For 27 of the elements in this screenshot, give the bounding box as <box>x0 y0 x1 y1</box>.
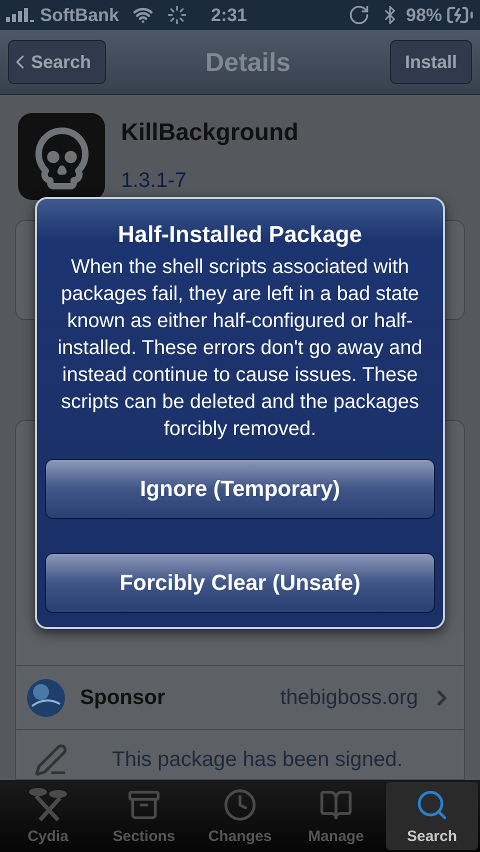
battery-percent: 98% <box>406 4 442 26</box>
tab-item[interactable]: Search <box>386 782 478 850</box>
clock-time: 2:31 <box>211 4 248 26</box>
app-icon <box>18 113 105 200</box>
clock-icon <box>223 788 257 822</box>
install-button[interactable]: Install <box>390 40 472 84</box>
alert-message: When the shell scripts associated with packages fail, they are left in a bad state known as either half-configured or half-installed. These errors don't go away and instead continue to cause issues. These scripts can be deleted and the packages forcibly removed. <box>56 254 424 442</box>
package-version: 1.3.1-7 <box>121 168 188 194</box>
row-value: thebigboss.org <box>280 684 418 711</box>
alert-title: Half-Installed Package <box>118 220 362 249</box>
tab-item[interactable]: Sections <box>98 782 190 850</box>
package-name: KillBackground <box>121 118 298 148</box>
tab-item[interactable]: Manage <box>290 782 382 850</box>
nav-title: Details <box>205 46 291 78</box>
cydia-icon <box>28 786 68 822</box>
alert-button[interactable]: Ignore (Temporary) <box>45 458 435 518</box>
alert-button[interactable]: Forcibly Clear (Unsafe) <box>45 552 435 612</box>
signed-note: This package has been signed. <box>112 746 403 772</box>
back-button[interactable]: Search <box>8 40 106 84</box>
signature-icon <box>34 743 68 777</box>
tab-item[interactable]: Changes <box>194 782 286 850</box>
tab-item[interactable]: Cydia <box>2 782 94 850</box>
spinner-icon <box>167 5 188 25</box>
wifi-icon <box>133 5 154 25</box>
carrier-name: SoftBank <box>40 4 120 26</box>
signal-icon <box>6 8 36 22</box>
row-label: Sponsor <box>80 684 166 711</box>
